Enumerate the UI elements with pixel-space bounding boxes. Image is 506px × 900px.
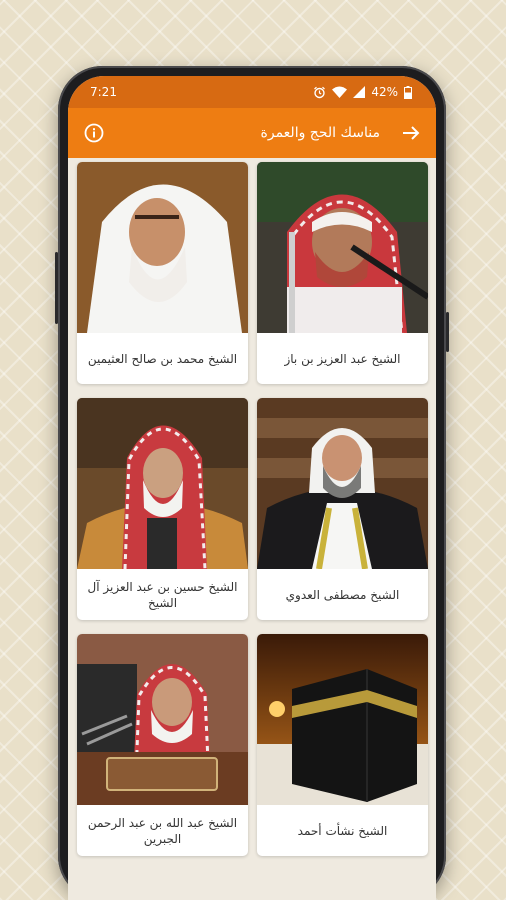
info-icon[interactable] [84, 123, 104, 143]
volume-button [446, 312, 449, 352]
scholar-card-al-jibreen[interactable]: الشيخ عبد الله بن عبد الرحمن الجبرين [77, 634, 248, 856]
signal-icon [353, 86, 366, 98]
wifi-icon [332, 86, 348, 98]
screen: 7:21 42% مناسك الحج والعمرة الشيخ عبد ال… [68, 76, 436, 900]
scholar-card-bin-baz[interactable]: الشيخ عبد العزيز بن باز [257, 162, 428, 384]
scholar-name: الشيخ محمد بن صالح العثيمين [87, 351, 238, 366]
power-button [55, 252, 58, 324]
scholar-photo [77, 634, 248, 805]
kaaba-photo [257, 634, 428, 805]
scholar-name: الشيخ نشأت أحمد [297, 823, 388, 838]
app-bar: مناسك الحج والعمرة [68, 108, 436, 158]
alarm-icon [314, 86, 326, 98]
status-bar: 7:21 42% [68, 76, 436, 108]
scholar-photo [257, 398, 428, 569]
scholar-name: الشيخ عبد الله بن عبد الرحمن الجبرين [87, 815, 238, 846]
scholar-card-al-uthaymeen[interactable]: الشيخ محمد بن صالح العثيمين [77, 162, 248, 384]
scholar-card-al-sheikh[interactable]: الشيخ حسين بن عبد العزيز آل الشيخ [77, 398, 248, 620]
status-time: 7:21 [90, 85, 117, 99]
battery-icon [404, 85, 412, 99]
scholar-name: الشيخ مصطفى العدوي [285, 587, 400, 602]
scholar-name: الشيخ عبد العزيز بن باز [284, 351, 401, 366]
page-title: مناسك الحج والعمرة [260, 125, 380, 141]
scholar-photo [257, 162, 428, 333]
scholar-photo [77, 398, 248, 569]
scholar-photo [77, 162, 248, 333]
phone-frame: 7:21 42% مناسك الحج والعمرة الشيخ عبد ال… [55, 66, 449, 900]
arrow-forward-icon[interactable] [402, 125, 420, 141]
scholar-card-al-adawi[interactable]: الشيخ مصطفى العدوي [257, 398, 428, 620]
scholar-card-nashaat-ahmed[interactable]: الشيخ نشأت أحمد [257, 634, 428, 856]
status-icons: 42% [313, 85, 412, 99]
scholar-name: الشيخ حسين بن عبد العزيز آل الشيخ [87, 579, 238, 610]
battery-percent: 42% [371, 85, 398, 99]
